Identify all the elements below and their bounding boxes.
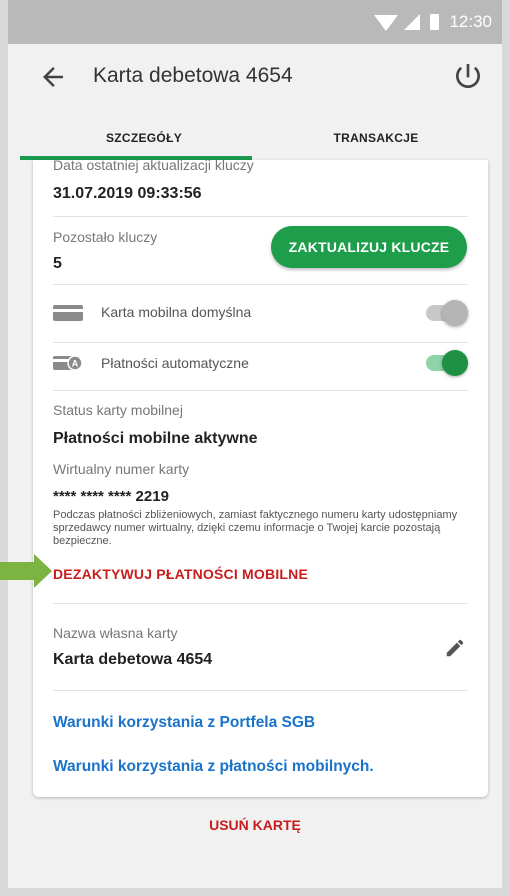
back-button[interactable] — [38, 62, 68, 92]
default-card-toggle[interactable] — [426, 300, 468, 326]
divider — [53, 690, 468, 691]
wifi-icon — [374, 15, 399, 31]
keys-left-label: Pozostało kluczy — [53, 229, 158, 245]
mobile-status-value: Płatności mobilne aktywne — [53, 430, 258, 447]
power-icon — [456, 64, 480, 88]
terms-wallet-link[interactable]: Warunki korzystania z Portfela SGB — [53, 714, 315, 732]
terms-mobile-payments-link[interactable]: Warunki korzystania z płatności mobilnyc… — [53, 758, 374, 776]
battery-icon — [430, 14, 440, 30]
mobile-status-label: Status karty mobilnej — [53, 402, 183, 418]
last-update-value: 31.07.2019 09:33:56 — [53, 185, 202, 202]
page-title: Karta debetowa 4654 — [93, 64, 293, 87]
arrow-left-icon — [43, 67, 63, 87]
device-frame-left — [0, 0, 8, 896]
tab-transactions[interactable]: TRANSAKCJE — [260, 112, 492, 164]
logout-button[interactable] — [452, 60, 484, 92]
app-bar: Karta debetowa 4654 — [8, 44, 502, 108]
auto-payments-toggle[interactable] — [426, 350, 468, 376]
update-keys-button[interactable]: ZAKTUALIZUJ KLUCZE — [271, 226, 467, 268]
credit-card-icon — [53, 305, 83, 321]
device-frame-right — [502, 0, 510, 896]
pointer-arrow-icon — [0, 554, 52, 588]
divider — [53, 216, 468, 217]
divider — [53, 603, 468, 604]
last-update-label: Data ostatniej aktualizacji kluczy — [53, 160, 254, 173]
status-time: 12:30 — [449, 12, 492, 31]
toggle-knob — [442, 350, 468, 376]
svg-text:A: A — [72, 359, 79, 369]
virtual-number-label: Wirtualny numer karty — [53, 461, 190, 477]
toggle-knob — [442, 300, 468, 326]
remove-card-button[interactable]: USUŃ KARTĘ — [0, 817, 510, 833]
keys-left-value: 5 — [53, 255, 62, 272]
divider — [53, 390, 468, 391]
card-details-panel: Data ostatniej aktualizacji kluczy 31.07… — [33, 160, 488, 797]
default-card-label: Karta mobilna domyślna — [101, 304, 252, 320]
deactivate-mobile-payments-link[interactable]: DEZAKTYWUJ PŁATNOŚCI MOBILNE — [53, 566, 308, 582]
status-bar: 12:30 — [8, 0, 502, 44]
auto-payments-label: Płatności automatyczne — [101, 355, 249, 371]
pencil-icon[interactable] — [444, 637, 466, 659]
own-name-label: Nazwa własna karty — [53, 625, 178, 641]
own-name-value: Karta debetowa 4654 — [53, 651, 213, 668]
virtual-number-info: Podczas płatności zbliżeniowych, zamiast… — [53, 509, 458, 547]
signal-icon — [404, 14, 421, 30]
auto-payment-card-icon: A — [53, 355, 83, 371]
divider — [53, 342, 468, 343]
virtual-number-value: **** **** **** 2219 — [53, 488, 169, 505]
device-frame-bottom — [0, 888, 510, 896]
divider — [53, 284, 468, 285]
